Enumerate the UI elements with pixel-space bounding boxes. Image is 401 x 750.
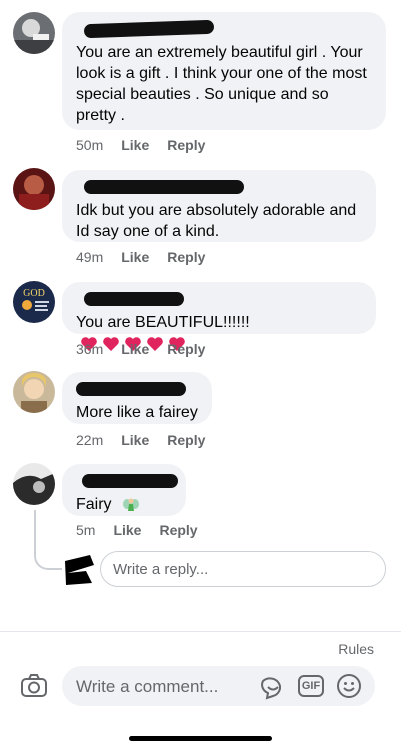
- like-button[interactable]: Like: [121, 137, 149, 153]
- reply-button[interactable]: Reply: [167, 137, 205, 153]
- fairy-emoji-icon: [123, 498, 140, 511]
- comment-text: Idk but you are absolutely adorable and …: [76, 202, 357, 240]
- avatar-logo-text: GOD: [23, 288, 45, 299]
- current-user-avatar: [62, 553, 96, 587]
- comment-text: More like a fairey: [76, 404, 198, 421]
- redacted-name: [83, 19, 215, 39]
- comment-time: 5m: [76, 522, 96, 538]
- comment-time: 49m: [76, 249, 104, 265]
- comment-text-content: Fairy: [76, 496, 112, 513]
- comment-bubble: Idk but you are absolutely adorable and …: [62, 170, 376, 242]
- redacted-name: [82, 474, 178, 488]
- avatar-sticker-icon[interactable]: [259, 672, 287, 700]
- divider: [0, 631, 401, 632]
- comment-actions: 50m Like Reply: [76, 137, 205, 153]
- avatar[interactable]: [13, 168, 55, 210]
- comment-input[interactable]: Write a comment... GIF: [62, 666, 375, 706]
- redacted-name: [76, 382, 186, 396]
- comment-time: 22m: [76, 432, 104, 448]
- comment-actions: 36m Like Reply: [76, 341, 205, 357]
- comment-time: 50m: [76, 137, 104, 153]
- reply-button[interactable]: Reply: [167, 249, 205, 265]
- comment-text-content: You are BEAUTIFUL!!!!!!: [76, 314, 250, 331]
- reply-input[interactable]: Write a reply...: [100, 551, 386, 587]
- comment-actions: 49m Like Reply: [76, 249, 205, 265]
- like-button[interactable]: Like: [113, 522, 141, 538]
- comment-input-placeholder: Write a comment...: [76, 677, 219, 696]
- reply-button[interactable]: Reply: [167, 432, 205, 448]
- like-button[interactable]: Like: [121, 249, 149, 265]
- comment-text: Fairy: [76, 494, 172, 515]
- redacted-name: [84, 180, 244, 194]
- redacted-name: [84, 292, 184, 306]
- avatar[interactable]: GOD: [13, 281, 55, 323]
- reply-button[interactable]: Reply: [159, 522, 197, 538]
- like-button[interactable]: Like: [121, 341, 149, 357]
- gif-button[interactable]: GIF: [298, 675, 324, 697]
- comment-bubble: Fairy: [62, 464, 186, 516]
- rules-link[interactable]: Rules: [338, 641, 374, 657]
- comment-actions: 5m Like Reply: [76, 522, 198, 538]
- avatar[interactable]: [13, 371, 55, 413]
- gif-label: GIF: [301, 680, 321, 692]
- comment-bubble: You are an extremely beautiful girl . Yo…: [62, 12, 386, 130]
- home-indicator: [129, 736, 272, 741]
- avatar[interactable]: [13, 12, 55, 54]
- emoji-icon[interactable]: [336, 673, 362, 699]
- reply-button[interactable]: Reply: [167, 341, 205, 357]
- comment-text: You are an extremely beautiful girl . Yo…: [76, 44, 367, 124]
- reply-thread-line: [34, 510, 62, 570]
- camera-icon[interactable]: [20, 672, 48, 700]
- like-button[interactable]: Like: [121, 432, 149, 448]
- comment-time: 36m: [76, 341, 104, 357]
- reply-input-placeholder: Write a reply...: [113, 561, 209, 578]
- comment-bubble: You are BEAUTIFUL!!!!!!: [62, 282, 376, 351]
- comment-bubble: More like a fairey: [62, 372, 212, 424]
- avatar[interactable]: [13, 463, 55, 505]
- comment-actions: 22m Like Reply: [76, 432, 205, 448]
